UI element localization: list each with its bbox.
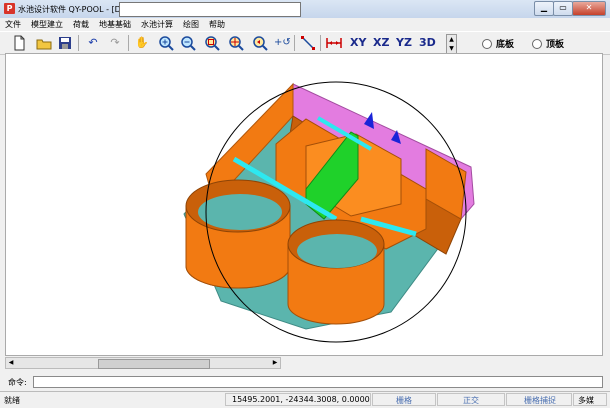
title-bar: P 水池设计软件 QY-POOL - [D: ▁ ▭ ✕ [0,0,610,19]
rotate-view-icon[interactable]: +↺ [274,35,291,51]
line-tool-icon[interactable] [300,35,316,51]
toolbar: ↶ ↷ ✋ +↺ XY XZ YZ 3D ▲ ▼ 底板 顶板 [0,31,610,55]
scroll-right-icon[interactable]: ▶ [270,358,280,368]
window-title: 水池设计软件 QY-POOL - [D: [18,5,124,14]
redacted-path-box [119,2,301,17]
radio-top-label: 顶板 [546,40,565,50]
menu-draw[interactable]: 绘图 [178,18,204,31]
radio-top-slab[interactable]: 顶板 [532,37,564,50]
menu-bar: 文件 模型建立 荷载 地基基础 水池计算 绘图 帮助 [0,18,610,31]
app-icon: P [4,3,15,14]
view-xz-button[interactable]: XZ [373,35,389,51]
radio-bottom-label: 底板 [496,40,515,50]
menu-file[interactable]: 文件 [0,18,26,31]
close-button[interactable]: ✕ [572,1,606,16]
redo-icon[interactable]: ↷ [108,35,122,51]
command-label: 命令: [8,378,27,387]
pool-3d-model [183,81,475,343]
zoom-in-icon[interactable] [158,35,174,51]
save-icon[interactable] [58,35,72,51]
horizontal-scrollbar[interactable]: ◀ ▶ [5,357,281,369]
undo-icon[interactable]: ↶ [86,35,100,51]
scroll-left-icon[interactable]: ◀ [6,358,16,368]
menu-load[interactable]: 荷载 [68,18,94,31]
menu-foundation[interactable]: 地基基础 [94,18,136,31]
model-canvas[interactable] [5,53,603,356]
measure-icon[interactable] [326,35,342,51]
maximize-button[interactable]: ▭ [553,1,573,16]
radio-dot-icon [482,38,492,49]
menu-help[interactable]: 帮助 [204,18,230,31]
scroll-thumb[interactable] [98,359,210,369]
right-tank-water [297,234,377,268]
status-grid-snap[interactable]: 栅格捕捉 [524,395,556,406]
view-spinner[interactable]: ▲ ▼ [446,34,457,54]
spin-up-icon[interactable]: ▲ [447,35,456,44]
status-ready: 就绪 [4,396,20,405]
zoom-previous-icon[interactable] [252,35,268,51]
view-xy-button[interactable]: XY [350,35,366,51]
pan-hand-icon[interactable]: ✋ [134,35,150,51]
zoom-extents-icon[interactable] [228,35,244,51]
zoom-out-icon[interactable] [180,35,196,51]
new-file-icon[interactable] [12,35,26,51]
status-mode: 多媒 [578,396,594,405]
radio-dot-icon [532,38,542,49]
zoom-window-icon[interactable] [204,35,220,51]
radio-bottom-slab[interactable]: 底板 [482,37,514,50]
status-ortho[interactable]: 正交 [463,395,479,406]
open-folder-icon[interactable] [36,35,52,51]
command-row: 命令: [0,374,610,390]
minimize-button[interactable]: ▁ [534,1,554,16]
menu-calc[interactable]: 水池计算 [136,18,178,31]
status-bar: 就绪 15495.2001, -24344.3008, 0.0000 栅格 正交… [0,391,610,408]
view-3d-button[interactable]: 3D [419,35,436,51]
left-tank-water [198,194,282,230]
spin-down-icon[interactable]: ▼ [447,44,456,53]
status-grid[interactable]: 栅格 [396,395,412,406]
view-yz-button[interactable]: YZ [396,35,412,51]
command-input[interactable] [33,376,603,388]
status-coordinates: 15495.2001, -24344.3008, 0.0000 [232,395,370,404]
menu-model[interactable]: 模型建立 [26,18,68,31]
